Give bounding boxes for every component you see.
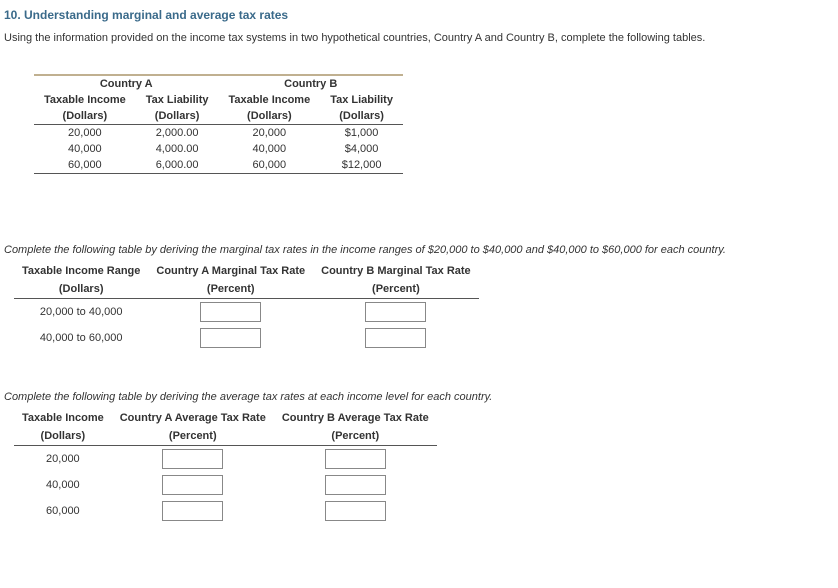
range-cell: 40,000 to 60,000 (14, 325, 148, 351)
question-title: 10. Understanding marginal and average t… (4, 8, 834, 22)
table-row: 40,000 4,000.00 40,000 $4,000 (34, 141, 403, 157)
cell: $1,000 (320, 125, 403, 142)
average-instruction: Complete the following table by deriving… (4, 391, 834, 403)
cell: 40,000 (218, 141, 320, 157)
unit-income: (Dollars) (14, 427, 112, 446)
table-row: 60,000 (14, 498, 437, 524)
intro-text: Using the information provided on the in… (4, 32, 834, 44)
income-cell: 20,000 (14, 446, 112, 473)
table-row: 60,000 6,000.00 60,000 $12,000 (34, 157, 403, 174)
col-income-a: Taxable Income (34, 92, 136, 108)
marginal-a-input-1[interactable] (200, 302, 261, 322)
table-row: 20,000 to 40,000 (14, 299, 479, 326)
cell: 4,000.00 (136, 141, 219, 157)
marginal-instruction: Complete the following table by deriving… (4, 244, 834, 256)
cell: 20,000 (218, 125, 320, 142)
average-a-input-2[interactable] (162, 475, 223, 495)
cell: 60,000 (218, 157, 320, 174)
marginal-b-input-2[interactable] (365, 328, 426, 348)
unit-percent-b: (Percent) (313, 280, 479, 299)
unit-b1: (Dollars) (218, 108, 320, 125)
col-liab-a: Tax Liability (136, 92, 219, 108)
col-liab-b: Tax Liability (320, 92, 403, 108)
unit-a1: (Dollars) (34, 108, 136, 125)
table-row: 20,000 2,000.00 20,000 $1,000 (34, 125, 403, 142)
col-average-b: Country B Average Tax Rate (274, 409, 437, 427)
average-b-input-2[interactable] (325, 475, 386, 495)
unit-b2: (Dollars) (320, 108, 403, 125)
unit-a2: (Dollars) (136, 108, 219, 125)
cell: 60,000 (34, 157, 136, 174)
range-cell: 20,000 to 40,000 (14, 299, 148, 326)
marginal-rate-table: Taxable Income Range Country A Marginal … (14, 262, 479, 351)
unit-percent-b: (Percent) (274, 427, 437, 446)
cell: 2,000.00 (136, 125, 219, 142)
cell: 6,000.00 (136, 157, 219, 174)
average-rate-table: Taxable Income Country A Average Tax Rat… (14, 409, 437, 524)
cell: 20,000 (34, 125, 136, 142)
col-average-a: Country A Average Tax Rate (112, 409, 274, 427)
group-header-b: Country B (218, 75, 402, 92)
group-header-a: Country A (34, 75, 218, 92)
tax-liability-table: Country A Country B Taxable Income Tax L… (34, 74, 403, 174)
average-a-input-3[interactable] (162, 501, 223, 521)
table-row: 40,000 (14, 472, 437, 498)
table-row: 40,000 to 60,000 (14, 325, 479, 351)
cell: 40,000 (34, 141, 136, 157)
average-b-input-1[interactable] (325, 449, 386, 469)
income-cell: 40,000 (14, 472, 112, 498)
income-cell: 60,000 (14, 498, 112, 524)
unit-percent-a: (Percent) (112, 427, 274, 446)
col-income: Taxable Income (14, 409, 112, 427)
average-b-input-3[interactable] (325, 501, 386, 521)
col-range: Taxable Income Range (14, 262, 148, 280)
cell: $12,000 (320, 157, 403, 174)
col-income-b: Taxable Income (218, 92, 320, 108)
col-marginal-b: Country B Marginal Tax Rate (313, 262, 479, 280)
table-row: 20,000 (14, 446, 437, 473)
col-marginal-a: Country A Marginal Tax Rate (148, 262, 313, 280)
marginal-b-input-1[interactable] (365, 302, 426, 322)
average-a-input-1[interactable] (162, 449, 223, 469)
marginal-a-input-2[interactable] (200, 328, 261, 348)
unit-percent-a: (Percent) (148, 280, 313, 299)
cell: $4,000 (320, 141, 403, 157)
unit-range: (Dollars) (14, 280, 148, 299)
